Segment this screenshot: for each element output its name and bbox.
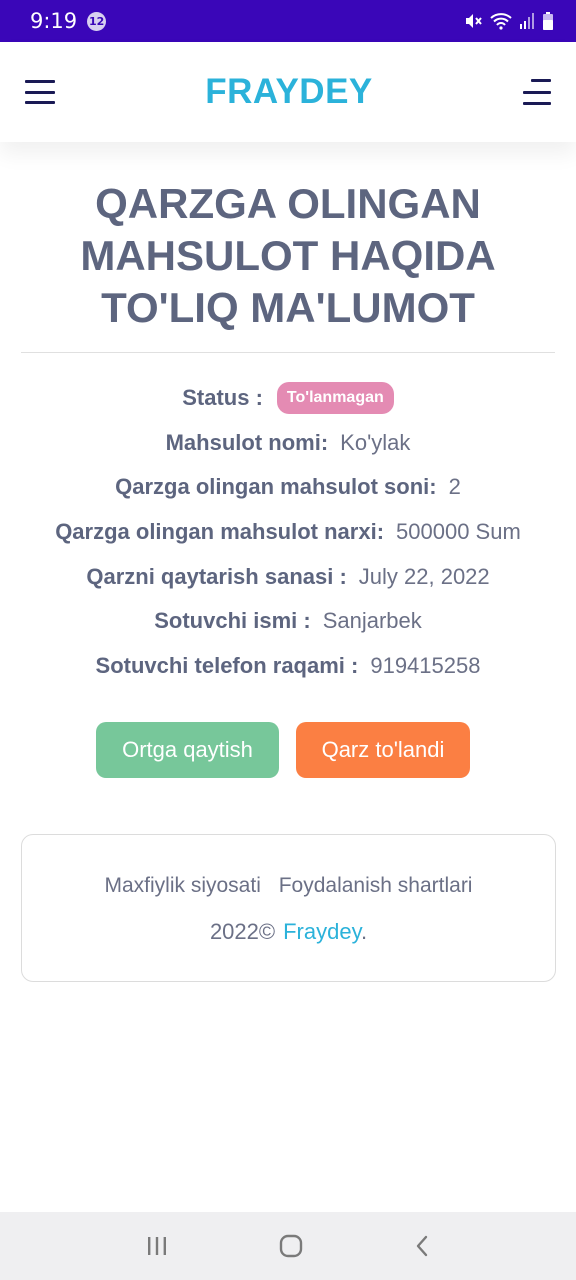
status-icons	[463, 11, 554, 31]
privacy-policy-link[interactable]: Maxfiylik siyosati	[105, 874, 261, 897]
page-title: QARZGA OLINGAN MAHSULOT HAQIDA TO'LIQ MA…	[80, 180, 496, 331]
detail-row: Qarzni qaytarish sanasi : July 22, 2022	[0, 554, 576, 599]
status-bar: 9:19 12	[0, 0, 576, 42]
status-row: Status : To'lanmagan	[0, 376, 576, 421]
recent-apps-icon[interactable]	[145, 1235, 169, 1257]
brand-link[interactable]: Fraydey	[283, 919, 361, 944]
mute-icon	[466, 14, 482, 28]
due-date-label: Qarzni qaytarish sanasi :	[86, 563, 347, 589]
price-value: 500000 Sum	[396, 519, 521, 545]
system-nav-bar	[0, 1212, 576, 1280]
menu-icon[interactable]	[523, 79, 551, 105]
detail-row: Sotuvchi telefon raqami : 919415258	[0, 644, 576, 689]
seller-phone-value: 919415258	[370, 652, 481, 678]
menu-icon[interactable]	[25, 80, 55, 104]
app-header: FRAYDEY	[0, 42, 576, 142]
product-name-value: Ko'ylak	[340, 429, 411, 455]
battery-icon	[543, 12, 553, 30]
status-label: Status :	[182, 385, 263, 411]
brand-logo[interactable]: FRAYDEY	[205, 72, 373, 112]
product-name-label: Mahsulot nomi:	[165, 429, 329, 455]
notification-count-badge: 12	[87, 11, 107, 31]
home-icon[interactable]	[278, 1233, 304, 1259]
footer-card: Maxfiylik siyosati Foydalanish shartlari…	[21, 834, 556, 982]
wifi-icon	[490, 13, 512, 30]
quantity-label: Qarzga olingan mahsulot soni:	[115, 474, 437, 500]
back-button[interactable]: Ortga qaytish	[96, 722, 279, 778]
footer-links: Maxfiylik siyosati Foydalanish shartlari	[22, 874, 555, 898]
seller-name-label: Sotuvchi ismi :	[154, 608, 311, 634]
status-time: 9:19	[30, 9, 78, 33]
seller-phone-label: Sotuvchi telefon raqami :	[95, 652, 359, 678]
detail-row: Mahsulot nomi: Ko'ylak	[0, 421, 576, 466]
copyright-suffix: .	[360, 919, 368, 944]
mark-paid-button[interactable]: Qarz to'landi	[296, 722, 470, 778]
quantity-value: 2	[448, 474, 461, 500]
terms-link[interactable]: Foydalanish shartlari	[279, 874, 473, 897]
detail-row: Qarzga olingan mahsulot soni: 2	[0, 465, 576, 510]
status-badge: To'lanmagan	[276, 382, 394, 415]
copyright: 2022© Fraydey.	[22, 919, 555, 945]
back-icon[interactable]	[413, 1234, 431, 1258]
due-date-value: July 22, 2022	[358, 563, 490, 589]
signal-icon	[520, 13, 534, 29]
debt-details: Status : To'lanmagan Mahsulot nomi: Ko'y…	[0, 376, 576, 688]
price-label: Qarzga olingan mahsulot narxi:	[55, 519, 385, 545]
divider	[21, 352, 555, 353]
copyright-year: 2022©	[209, 919, 276, 944]
detail-row: Sotuvchi ismi : Sanjarbek	[0, 599, 576, 644]
seller-name-value: Sanjarbek	[322, 608, 422, 634]
detail-row: Qarzga olingan mahsulot narxi: 500000 Su…	[0, 510, 576, 555]
